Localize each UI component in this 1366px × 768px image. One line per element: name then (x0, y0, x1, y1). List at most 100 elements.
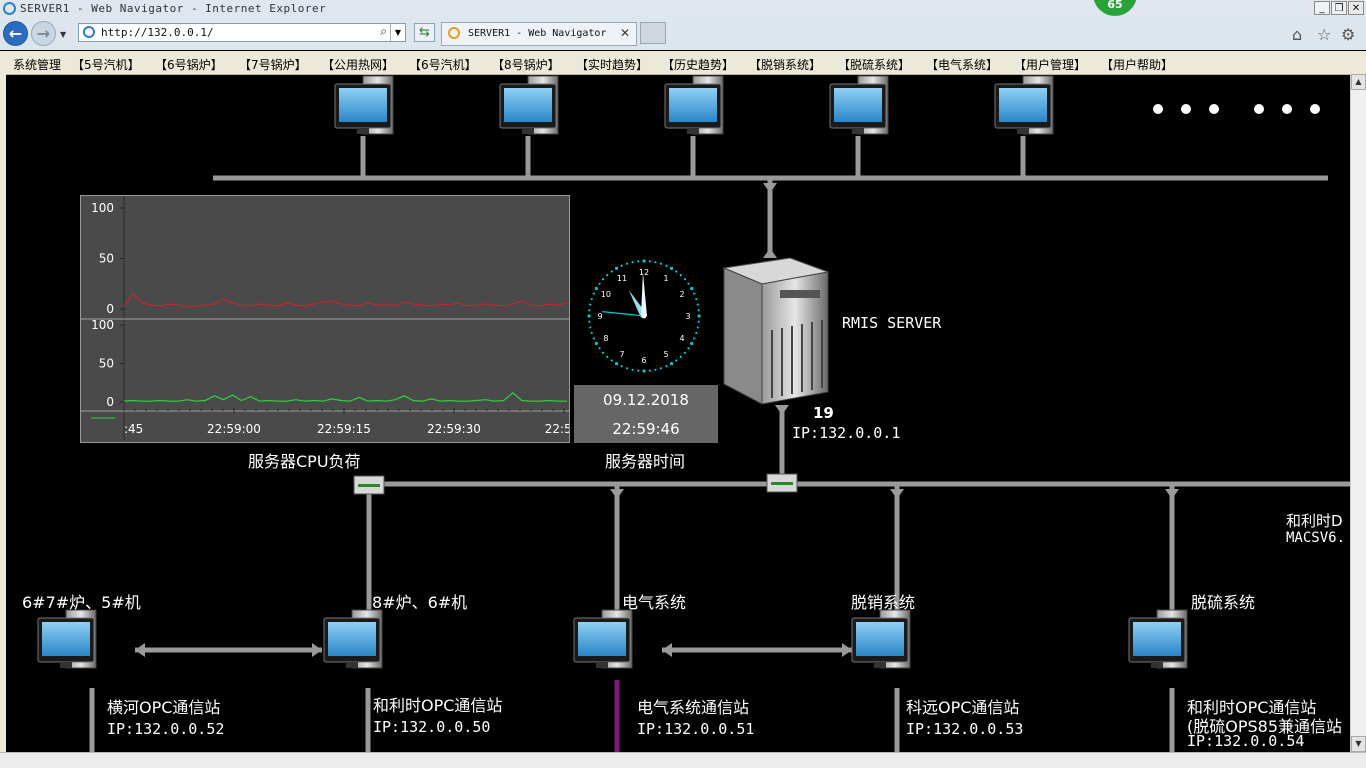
menu-item[interactable]: 【6号汽机】 (409, 56, 477, 73)
menu-item[interactable]: 【脱销系统】 (749, 56, 821, 73)
station-ip: IP:132.0.0.50 (373, 718, 491, 736)
clock-tick (610, 359, 613, 362)
clock-numeral: 6 (641, 356, 646, 365)
top-workstation (499, 75, 559, 135)
clock-tick (625, 367, 629, 370)
clock-tick (602, 351, 605, 354)
second-hand (602, 311, 645, 317)
vertical-scrollbar[interactable]: ▲ ▼ (1350, 74, 1366, 752)
favorites-star-icon[interactable]: ☆ (1317, 25, 1331, 44)
clock-tick (695, 297, 698, 301)
top-workstation (664, 75, 724, 135)
menu-item[interactable]: 【用户管理】 (1014, 56, 1086, 73)
server-tower (722, 257, 830, 405)
clock-panel: 09.12.2018 22:59:46 (574, 385, 718, 443)
menu-item[interactable]: 【历史趋势】 (662, 56, 734, 73)
clock-tick (620, 365, 623, 368)
clock-tick (659, 262, 663, 265)
history-dropdown-icon[interactable]: ▼ (60, 30, 66, 39)
clock-numeral: 12 (639, 268, 649, 277)
home-icon[interactable]: ⌂ (1292, 25, 1302, 44)
station-name: 横河OPC通信站 (107, 698, 221, 717)
clock-tick (592, 292, 595, 295)
station-name: 电气系统通信站 (637, 698, 750, 717)
x-tick-label: 22:59:30 (427, 422, 481, 436)
tools-gear-icon[interactable]: ⚙ (1341, 25, 1355, 44)
station-workstation (323, 609, 383, 669)
clock-tick (589, 326, 592, 329)
clock-tick (693, 337, 696, 340)
clock-tick (642, 259, 646, 263)
new-tab-button[interactable] (640, 22, 666, 44)
clock-tick (687, 347, 690, 350)
search-icon[interactable]: ⌕ (380, 24, 387, 39)
clock-tick (659, 367, 663, 370)
scroll-down-icon[interactable]: ▼ (1351, 736, 1366, 752)
top-workstation (334, 75, 394, 135)
clock-tick (669, 266, 674, 270)
station-group-label: 6#7#炉、5#机 (22, 593, 141, 612)
station-ip: IP:132.0.0.52 (107, 720, 225, 738)
y-tick-label: 50 (99, 357, 114, 371)
clock-tick (683, 278, 686, 281)
clock-center (641, 313, 647, 319)
y-tick-label: 0 (106, 302, 114, 316)
menu-item[interactable]: 【8号锅炉】 (492, 56, 560, 73)
menu-item[interactable]: 【公用热网】 (322, 56, 394, 73)
cpu-series-line (123, 392, 567, 402)
clock-tick (654, 261, 657, 264)
tab-close-icon[interactable]: ✕ (620, 26, 630, 40)
cpu-chart-plot: 100 50 0 100 50 0:45 22:59:00 22:59:15 22:59:30 2… (81, 196, 569, 440)
frame-left-edge (0, 74, 6, 752)
analog-clock: 121234567891011 (587, 259, 701, 373)
menu-item[interactable]: 【脱硫系统】 (838, 56, 910, 73)
forward-button[interactable]: → (31, 21, 56, 46)
menu-item[interactable]: 【用户帮助】 (1101, 56, 1173, 73)
station-workstation (37, 609, 97, 669)
right-station-label: 和利时D (1286, 512, 1343, 530)
close-button[interactable]: ✕ (1348, 1, 1364, 15)
minimize-button[interactable]: _ (1314, 1, 1330, 15)
horizontal-scrollbar[interactable] (0, 752, 1366, 768)
clock-tick (606, 355, 609, 358)
clock-numeral: 9 (597, 312, 602, 321)
menu-item[interactable]: 【6号锅炉】 (155, 56, 223, 73)
server-id: 19 (813, 404, 834, 422)
clock-tick (697, 314, 701, 318)
menu-item[interactable]: 【5号汽机】 (72, 56, 140, 73)
tab-web-navigator[interactable]: SERVER1 - Web Navigator ✕ (441, 22, 637, 46)
menu-item[interactable]: 【电气系统】 (926, 56, 998, 73)
clock-tick (592, 337, 595, 340)
clock-tick (598, 347, 601, 350)
clock-caption: 服务器时间 (605, 452, 686, 471)
address-input[interactable]: http://132.0.0.1/ ⌕ ▼ (78, 23, 406, 42)
clock-tick (637, 260, 640, 263)
clock-numeral: 3 (685, 312, 690, 321)
clock-tick (690, 286, 694, 291)
scroll-up-icon[interactable]: ▲ (1351, 74, 1366, 90)
refresh-button[interactable]: ⇆ (414, 23, 435, 42)
clock-tick (697, 309, 700, 312)
y-tick-label: 0 (106, 395, 114, 409)
clock-tick (598, 282, 601, 285)
maximize-button[interactable]: ❐ (1331, 1, 1347, 15)
x-tick-label: 22:59: (545, 422, 569, 436)
window-title: SERVER1 - Web Navigator - Internet Explo… (20, 2, 327, 15)
clock-tick (590, 297, 593, 301)
menu-item[interactable]: 【实时趋势】 (576, 56, 648, 73)
back-button[interactable]: ← (3, 21, 28, 46)
station-group-label: 脱销系统 (851, 593, 916, 612)
url-text: http://132.0.0.1/ (101, 26, 214, 39)
network-switch (353, 475, 385, 495)
clock-tick (594, 286, 598, 291)
clock-tick (675, 359, 678, 362)
network-switch (766, 473, 798, 493)
clock-tick (695, 331, 698, 335)
menu-item[interactable]: 系统管理 (13, 56, 61, 73)
more-dots (1153, 104, 1320, 114)
clock-tick (620, 264, 623, 267)
clock-tick (648, 260, 651, 263)
station-ip: IP:132.0.0.54 (1187, 732, 1305, 750)
menu-item[interactable]: 【7号锅炉】 (239, 56, 307, 73)
address-dropdown-icon[interactable]: ▼ (390, 24, 405, 41)
